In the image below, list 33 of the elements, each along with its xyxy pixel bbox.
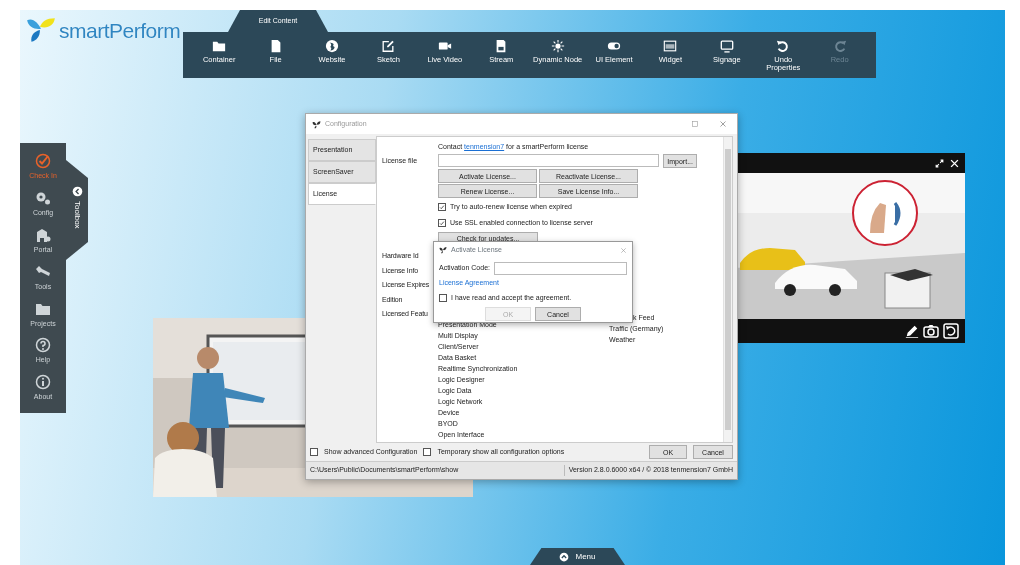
- checkbox[interactable]: [438, 219, 446, 227]
- checkbox[interactable]: [438, 203, 446, 211]
- checkbox[interactable]: [423, 448, 432, 456]
- app-icon: [439, 246, 447, 254]
- checkbox[interactable]: [439, 293, 447, 302]
- camera-icon: [923, 323, 939, 339]
- logo-text: smartPerform: [59, 18, 181, 44]
- checkmark-circle-icon: [35, 153, 51, 170]
- globe-icon: [325, 39, 339, 53]
- activation-code-field[interactable]: [494, 262, 627, 275]
- app-icon: [312, 119, 321, 129]
- checkbox[interactable]: [310, 448, 318, 456]
- toolbox-label: Toolbox: [72, 201, 83, 229]
- redo-icon: [832, 39, 847, 53]
- gears-icon: [35, 190, 51, 206]
- folder-icon: [212, 39, 227, 53]
- license-file-field[interactable]: [438, 154, 660, 167]
- chevron-left-icon: [71, 186, 83, 197]
- building-icon: [35, 226, 51, 243]
- chevron-up-circle-icon: [559, 551, 570, 562]
- expand-icon: [935, 158, 944, 168]
- menu-button[interactable]: Menu: [530, 548, 625, 565]
- rotate-icon: [943, 323, 959, 339]
- close-icon: [950, 158, 959, 168]
- monitor-icon: [719, 39, 734, 53]
- info-icon: [35, 374, 51, 391]
- pencil-square-icon: [381, 39, 396, 53]
- undo-icon: [776, 39, 791, 53]
- pencil-icon: [905, 324, 919, 338]
- window-icon: [663, 39, 678, 53]
- help-icon: [35, 337, 51, 354]
- close-icon[interactable]: [719, 120, 727, 128]
- burst-icon: [550, 39, 565, 53]
